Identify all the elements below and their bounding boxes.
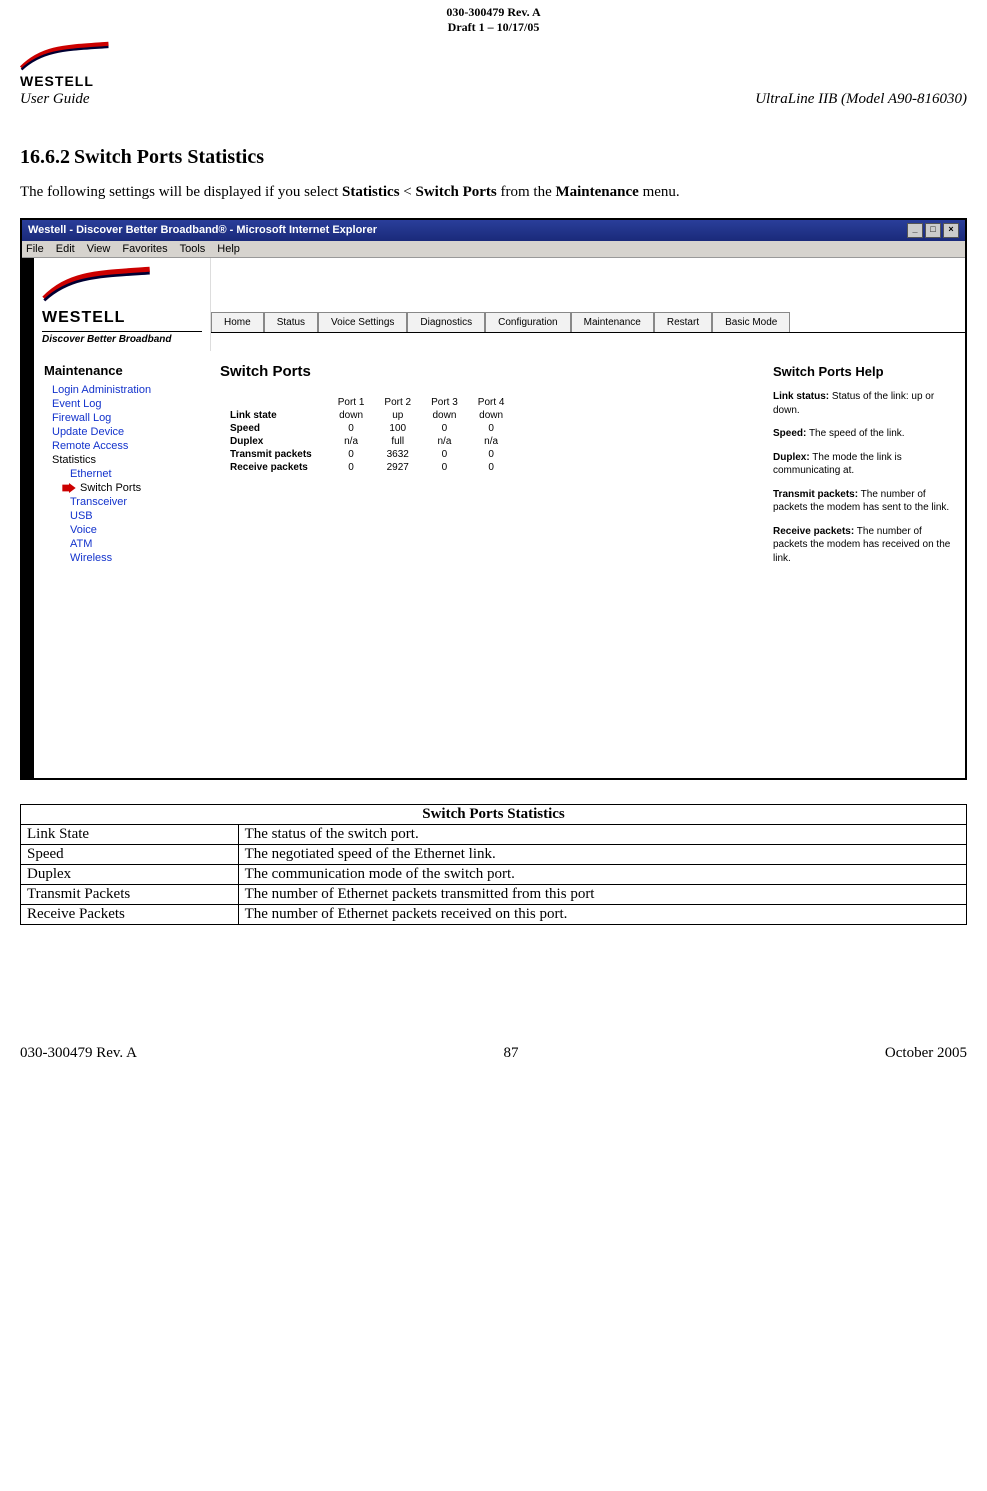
section-heading: 16.6.2 Switch Ports Statistics (20, 146, 967, 169)
user-guide-label: User Guide (20, 91, 90, 108)
table-row: Receive packets 0 2927 0 0 (220, 461, 514, 474)
menu-file[interactable]: File (26, 243, 44, 255)
tab-status[interactable]: Status (264, 312, 318, 332)
nav-heading: Maintenance (44, 363, 204, 378)
subnav-usb[interactable]: USB (70, 510, 204, 522)
section-title: Switch Ports Statistics (74, 146, 264, 169)
help-heading: Switch Ports Help (773, 363, 953, 381)
menu-view[interactable]: View (87, 243, 111, 255)
nav-update-device[interactable]: Update Device (52, 426, 204, 438)
brand-column: WESTELL Discover Better Broadband (34, 258, 211, 351)
subnav-wireless[interactable]: Wireless (70, 552, 204, 564)
model-label: UltraLine IIB (Model A90-816030) (755, 91, 967, 108)
table-row: Link StateThe status of the switch port. (21, 824, 967, 844)
mid-heading: Switch Ports (220, 363, 751, 380)
window-title: Westell - Discover Better Broadband® - M… (28, 224, 377, 236)
tab-basic-mode[interactable]: Basic Mode (712, 312, 790, 332)
maximize-button[interactable]: □ (925, 223, 941, 238)
table-row: SpeedThe negotiated speed of the Etherne… (21, 844, 967, 864)
tab-maintenance[interactable]: Maintenance (571, 312, 654, 332)
help-column: Switch Ports Help Link status: Status of… (761, 351, 965, 778)
nav-event-log[interactable]: Event Log (52, 398, 204, 410)
menu-edit[interactable]: Edit (56, 243, 75, 255)
nav-firewall-log[interactable]: Firewall Log (52, 412, 204, 424)
stats-caption: Switch Ports Statistics (21, 804, 967, 824)
table-row: Receive PacketsThe number of Ethernet pa… (21, 904, 967, 924)
menu-favorites[interactable]: Favorites (122, 243, 167, 255)
tab-voice-settings[interactable]: Voice Settings (318, 312, 407, 332)
table-row: Transmit PacketsThe number of Ethernet p… (21, 884, 967, 904)
window-titlebar: Westell - Discover Better Broadband® - M… (22, 220, 965, 241)
footer-center: 87 (503, 1045, 518, 1062)
section-number: 16.6.2 (20, 146, 70, 169)
tab-restart[interactable]: Restart (654, 312, 712, 332)
tab-configuration[interactable]: Configuration (485, 312, 570, 332)
minimize-button[interactable]: _ (907, 223, 923, 238)
top-tabs: Home Status Voice Settings Diagnostics C… (211, 312, 965, 333)
subnav-switch-ports[interactable]: Switch Ports (80, 482, 141, 494)
menu-help[interactable]: Help (217, 243, 240, 255)
subnav-atm[interactable]: ATM (70, 538, 204, 550)
westell-logo: WESTELL User Guide (20, 39, 110, 108)
table-row: Speed 0 100 0 0 (220, 422, 514, 435)
switch-ports-table: Port 1 Port 2 Port 3 Port 4 Link state d… (220, 396, 514, 474)
subnav-voice[interactable]: Voice (70, 524, 204, 536)
table-row: DuplexThe communication mode of the swit… (21, 864, 967, 884)
westell-swoosh-icon (20, 39, 110, 73)
doc-header-line2: Draft 1 – 10/17/05 (20, 20, 967, 35)
doc-header-line1: 030-300479 Rev. A (20, 5, 967, 20)
brand-tagline: Discover Better Broadband (42, 331, 202, 345)
statistics-definitions-table: Switch Ports Statistics Link StateThe st… (20, 804, 967, 925)
subnav-transceiver[interactable]: Transceiver (70, 496, 204, 508)
nav-remote-access[interactable]: Remote Access (52, 440, 204, 452)
screenshot-frame: Westell - Discover Better Broadband® - M… (20, 218, 967, 780)
mid-content: Switch Ports Port 1 Port 2 Port 3 Port 4… (210, 351, 761, 778)
left-black-bar (22, 258, 34, 778)
left-nav: Maintenance Login Administration Event L… (34, 351, 210, 778)
nav-login-admin[interactable]: Login Administration (52, 384, 204, 396)
intro-paragraph: The following settings will be displayed… (20, 183, 967, 203)
footer-left: 030-300479 Rev. A (20, 1045, 137, 1062)
tab-home[interactable]: Home (211, 312, 264, 332)
westell-wordmark: WESTELL (20, 73, 94, 89)
table-row: Port 1 Port 2 Port 3 Port 4 (220, 396, 514, 409)
footer-right: October 2005 (885, 1045, 967, 1062)
arrow-right-icon (62, 483, 76, 493)
westell-swoosh-icon (42, 264, 152, 304)
table-row: Duplex n/a full n/a n/a (220, 435, 514, 448)
browser-menu-bar: File Edit View Favorites Tools Help (22, 241, 965, 258)
brand-word: WESTELL (42, 309, 202, 327)
tab-diagnostics[interactable]: Diagnostics (407, 312, 485, 332)
page-footer: 030-300479 Rev. A 87 October 2005 (20, 1045, 967, 1062)
close-button[interactable]: × (943, 223, 959, 238)
subnav-ethernet[interactable]: Ethernet (70, 468, 204, 480)
menu-tools[interactable]: Tools (180, 243, 206, 255)
nav-statistics[interactable]: Statistics (52, 454, 204, 466)
table-row: Link state down up down down (220, 409, 514, 422)
table-row: Transmit packets 0 3632 0 0 (220, 448, 514, 461)
